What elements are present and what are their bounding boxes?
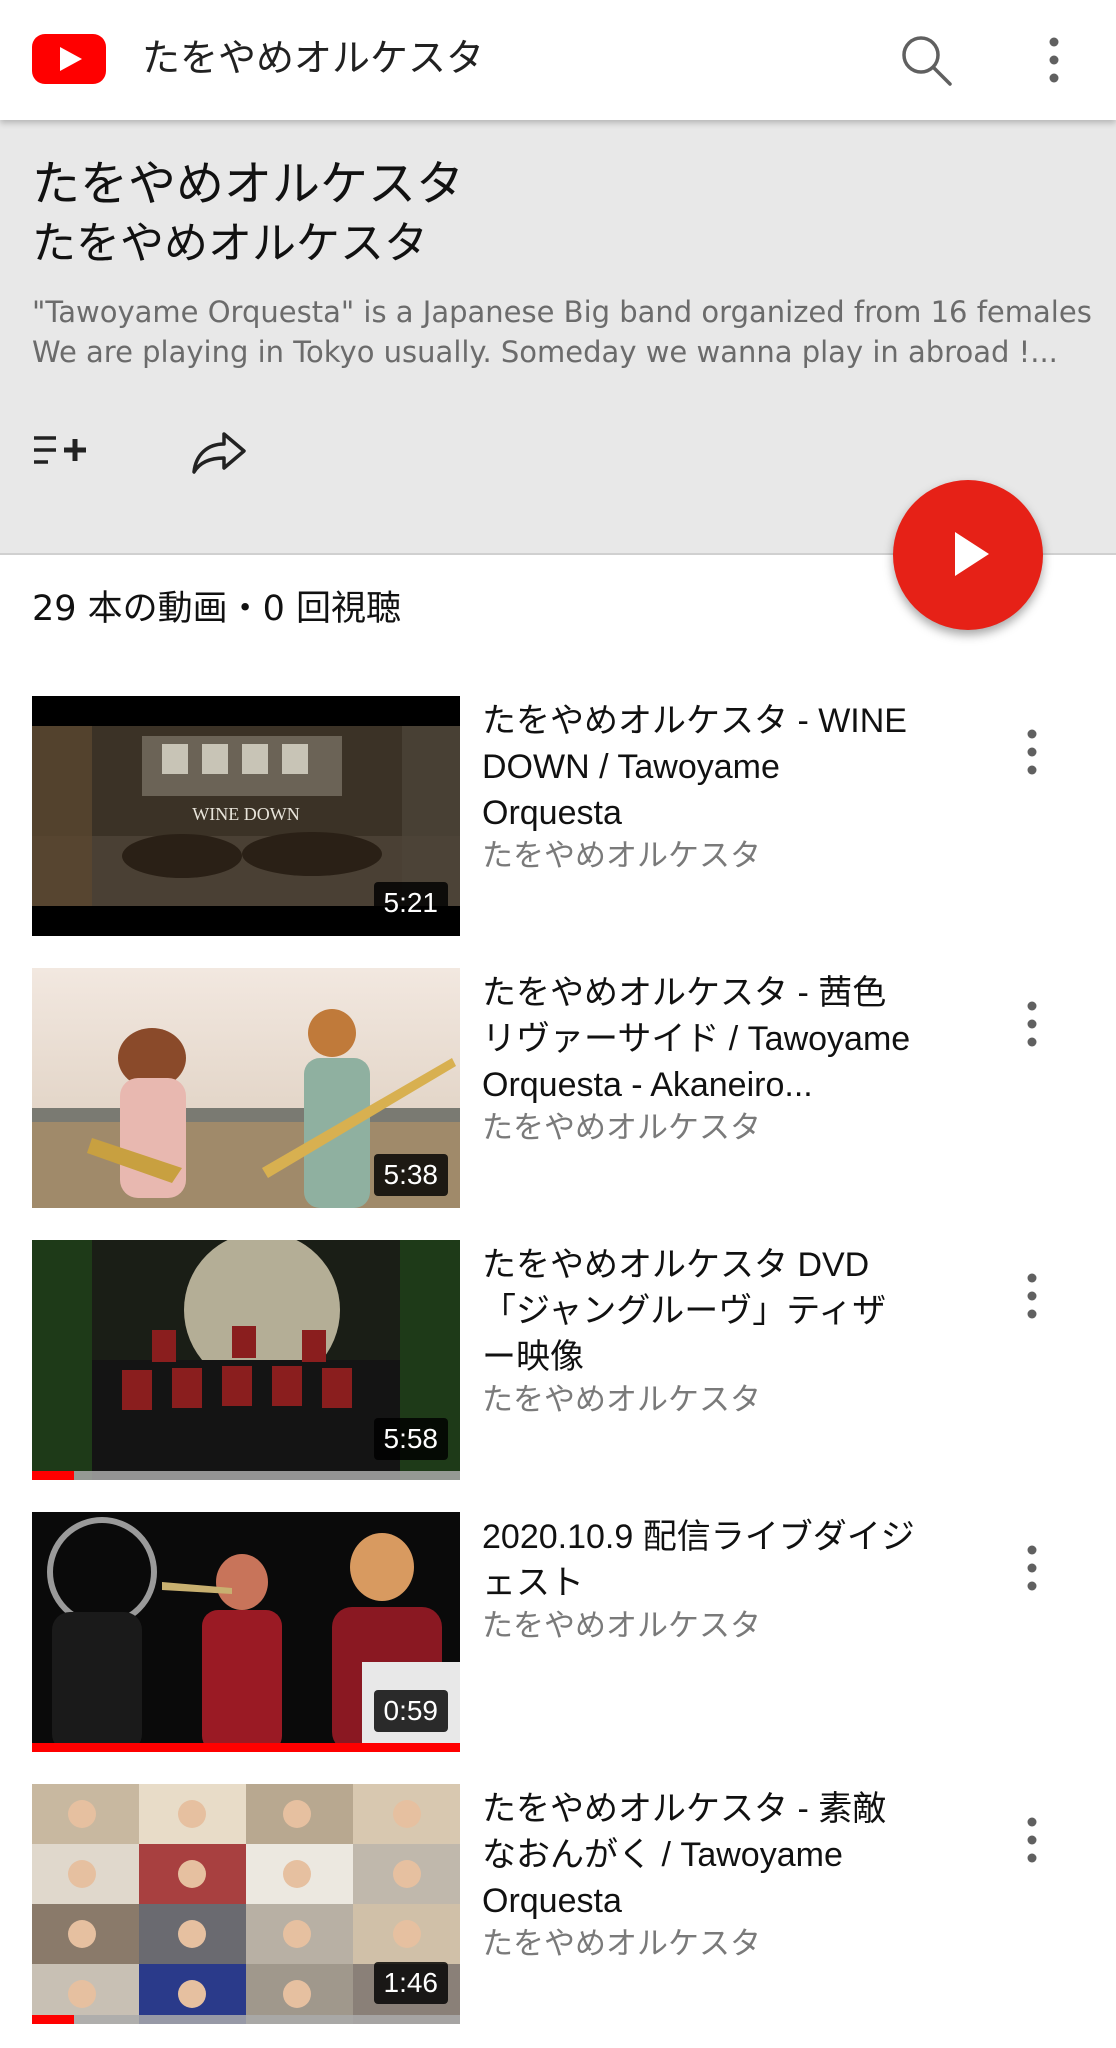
video-thumbnail[interactable]: 0:59: [32, 1512, 460, 1752]
playlist-title: たをやめオルケスタ: [32, 156, 465, 212]
video-channel: たをやめオルケスタ: [482, 1926, 761, 1961]
app-bar: たをやめオルケスタ: [0, 0, 1116, 120]
video-duration: 5:38: [373, 1154, 448, 1196]
video-duration: 0:59: [373, 1690, 448, 1732]
video-title-line: たをやめオルケスタ - WINE: [482, 702, 907, 740]
video-title-line: Orquesta - Akaneiro...: [482, 1066, 813, 1104]
more-vert-icon[interactable]: [1016, 1538, 1048, 1598]
playlist-stats: 29 本の動画・0 回視聴: [32, 589, 402, 629]
youtube-logo-icon[interactable]: [32, 34, 106, 84]
video-thumbnail[interactable]: 1:46: [32, 1784, 460, 2024]
video-channel: たをやめオルケスタ: [482, 1110, 761, 1145]
playlist-description[interactable]: "Tawoyame Orquesta" is a Japanese Big ba…: [32, 292, 1092, 372]
more-vert-icon[interactable]: [1036, 30, 1072, 90]
watch-progress-bar: [32, 2015, 74, 2024]
video-item[interactable]: 1:46 たをやめオルケスタ - 素敵 なおんがく / Tawoyame Orq…: [0, 1784, 1116, 2029]
video-item[interactable]: 5:58 たをやめオルケスタ DVD 「ジャングルーヴ」ティザ ー映像 たをやめ…: [0, 1240, 1116, 1485]
video-title-line: DOWN / Tawoyame: [482, 748, 780, 786]
video-item[interactable]: WINE DOWN 5:21 たをやめオルケスタ - WINE DOWN / T…: [0, 696, 1116, 941]
more-vert-icon[interactable]: [1016, 994, 1048, 1054]
description-line: We are playing in Tokyo usually. Someday…: [32, 335, 1058, 369]
description-line: "Tawoyame Orquesta" is a Japanese Big ba…: [32, 295, 1092, 329]
video-title-line: たをやめオルケスタ - 素敵: [482, 1790, 887, 1828]
video-title-line: 「ジャングルーヴ」ティザ: [482, 1292, 887, 1330]
video-thumbnail[interactable]: WINE DOWN 5:21: [32, 696, 460, 936]
video-channel: たをやめオルケスタ: [482, 1608, 761, 1643]
playlist-owner[interactable]: たをやめオルケスタ: [32, 214, 428, 274]
watch-progress-bar: [32, 1471, 74, 1480]
video-duration: 5:21: [373, 882, 448, 924]
add-to-queue-icon[interactable]: [30, 426, 94, 476]
video-title-line: Orquesta: [482, 1882, 622, 1920]
video-channel: たをやめオルケスタ: [482, 838, 761, 873]
video-duration: 1:46: [373, 1962, 448, 2004]
video-title-line: Orquesta: [482, 794, 622, 832]
more-vert-icon[interactable]: [1016, 1810, 1048, 1870]
video-title-line: リヴァーサイド / Tawoyame: [482, 1020, 911, 1058]
play-all-button[interactable]: [893, 480, 1043, 630]
video-title-line: たをやめオルケスタ DVD: [482, 1246, 870, 1284]
video-thumbnail[interactable]: 5:58: [32, 1240, 460, 1480]
watch-progress-track: [32, 2015, 460, 2024]
video-thumbnail[interactable]: 5:38: [32, 968, 460, 1208]
video-title-line: ェスト: [482, 1564, 584, 1602]
thumbnail-overlay-text: WINE DOWN: [192, 804, 299, 824]
video-title[interactable]: たをやめオルケスタ - 素敵 なおんがく / Tawoyame Orquesta…: [482, 1786, 972, 1964]
search-icon[interactable]: [896, 30, 956, 90]
video-title[interactable]: 2020.10.9 配信ライブダイジ ェスト たをやめオルケスタ: [482, 1514, 972, 1646]
video-title[interactable]: たをやめオルケスタ - 茜色 リヴァーサイド / Tawoyame Orques…: [482, 970, 972, 1148]
video-channel: たをやめオルケスタ: [482, 1382, 761, 1417]
video-title-line: ー映像: [482, 1338, 584, 1376]
share-icon[interactable]: [186, 420, 250, 480]
video-title-line: たをやめオルケスタ - 茜色: [482, 974, 887, 1012]
video-item[interactable]: 5:38 たをやめオルケスタ - 茜色 リヴァーサイド / Tawoyame O…: [0, 968, 1116, 1213]
video-title-line: なおんがく / Tawoyame: [482, 1836, 843, 1874]
watch-progress-track: [32, 1471, 460, 1480]
app-bar-title: たをやめオルケスタ: [142, 36, 485, 80]
watch-progress-bar: [32, 1743, 460, 1752]
video-item[interactable]: 0:59 2020.10.9 配信ライブダイジ ェスト たをやめオルケスタ: [0, 1512, 1116, 1757]
video-duration: 5:58: [373, 1418, 448, 1460]
more-vert-icon[interactable]: [1016, 722, 1048, 782]
video-title[interactable]: たをやめオルケスタ DVD 「ジャングルーヴ」ティザ ー映像 たをやめオルケスタ: [482, 1242, 972, 1420]
video-title[interactable]: たをやめオルケスタ - WINE DOWN / Tawoyame Orquest…: [482, 698, 972, 876]
more-vert-icon[interactable]: [1016, 1266, 1048, 1326]
video-title-line: 2020.10.9 配信ライブダイジ: [482, 1518, 915, 1556]
